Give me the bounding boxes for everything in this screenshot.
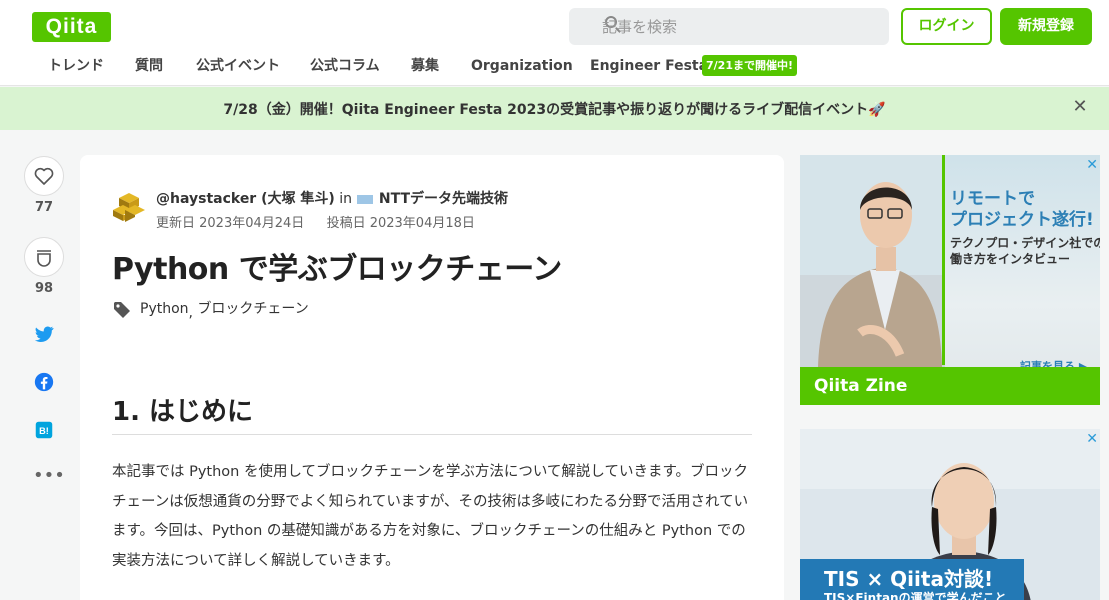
stock-button[interactable]	[24, 237, 64, 277]
site-header: Qiita ログイン 新規登録 トレンド 質問 公式イベント 公式コラム 募集 …	[0, 0, 1109, 86]
banner-text[interactable]: 7/28（金）開催！Qiita Engineer Festa 2023の受賞記事…	[0, 99, 1109, 119]
section-heading: 1. はじめに	[112, 391, 752, 435]
close-icon[interactable]: ✕	[1071, 96, 1089, 118]
ad-subtitle-line1: テクノプロ・デザイン社での	[950, 236, 1100, 250]
hatena-bookmark-icon[interactable]: B!	[33, 419, 55, 441]
author-line: @haystacker (大塚 隼斗) in NTTデータ先端技術	[156, 188, 508, 208]
nav-official-columns[interactable]: 公式コラム	[310, 56, 380, 76]
article-body: 本記事では Python を使用してブロックチェーンを学ぶ方法について解説してい…	[112, 464, 749, 569]
ad2-close-icon[interactable]: ✕	[1086, 431, 1098, 447]
ad-close-icon[interactable]: ✕	[1086, 157, 1098, 173]
ad-banner-tis[interactable]: TIS × Qiita対談! TIS×Fintanの運営で学んだこと ✕	[800, 429, 1100, 600]
avatar[interactable]	[112, 189, 146, 223]
nav-official-events[interactable]: 公式イベント	[196, 56, 280, 76]
like-button[interactable]	[24, 156, 64, 196]
tag-python[interactable]: Python	[140, 301, 189, 317]
ad-title-line2: プロジェクト遂行!	[950, 210, 1094, 230]
more-options-icon[interactable]: •••	[33, 467, 65, 488]
search-input[interactable]	[602, 8, 882, 45]
login-button[interactable]: ログイン	[901, 8, 992, 45]
tag-icon	[114, 302, 130, 318]
author-name[interactable]: @haystacker (大塚 隼斗)	[156, 191, 335, 207]
ad-subtitle: テクノプロ・デザイン社での 働き方をインタビュー	[950, 235, 1100, 267]
stock-count: 98	[34, 281, 54, 296]
global-nav: トレンド 質問 公式イベント 公式コラム 募集 Organization Eng…	[0, 56, 1109, 86]
posted-date: 投稿日 2023年04月18日	[326, 216, 475, 231]
tag-list: Python, ブロックチェーン	[140, 301, 309, 321]
svg-text:B!: B!	[39, 426, 49, 436]
festa-badge: 7/21まで開催中!	[702, 55, 797, 76]
article-dates: 更新日 2023年04月24日 投稿日 2023年04月18日	[156, 212, 475, 231]
ad-title: リモートで プロジェクト遂行!	[950, 189, 1094, 231]
ad-title-line1: リモートで	[950, 189, 1035, 209]
organization-name[interactable]: NTTデータ先端技術	[379, 191, 508, 207]
event-banner[interactable]: 7/28（金）開催！Qiita Engineer Festa 2023の受賞記事…	[0, 87, 1109, 130]
nav-organization[interactable]: Organization	[471, 56, 573, 76]
ad-banner-qiita-zine[interactable]: リモートで プロジェクト遂行! テクノプロ・デザイン社での 働き方をインタビュー…	[800, 155, 1100, 405]
stock-icon	[37, 250, 51, 267]
qiita-logo[interactable]: Qiita	[32, 12, 111, 42]
ad-subtitle-line2: 働き方をインタビュー	[950, 252, 1071, 266]
ad-accent-stripe	[942, 155, 945, 365]
facebook-icon[interactable]	[33, 371, 55, 393]
org-logo-icon	[357, 194, 374, 204]
nav-questions[interactable]: 質問	[135, 56, 163, 76]
in-label: in	[339, 191, 352, 207]
nav-engineer-festa[interactable]: Engineer Festa	[590, 56, 708, 76]
updated-date: 更新日 2023年04月24日	[156, 216, 305, 231]
ad-footer-brand: Qiita Zine	[800, 367, 1100, 405]
ad2-subtitle: TIS×Fintanの運営で学んだこと	[824, 591, 1007, 600]
nav-trend[interactable]: トレンド	[48, 56, 104, 76]
article-title: Python で学ぶブロックチェーン	[112, 252, 562, 287]
twitter-icon[interactable]	[33, 323, 55, 345]
nav-recruiting[interactable]: 募集	[411, 56, 439, 76]
signup-button[interactable]: 新規登録	[1000, 8, 1092, 45]
interview-photo	[800, 155, 945, 367]
tag-blockchain[interactable]: ブロックチェーン	[197, 301, 308, 317]
ad2-title: TIS × Qiita対談!	[824, 567, 994, 591]
like-count: 77	[34, 200, 54, 215]
heart-icon	[34, 167, 54, 185]
